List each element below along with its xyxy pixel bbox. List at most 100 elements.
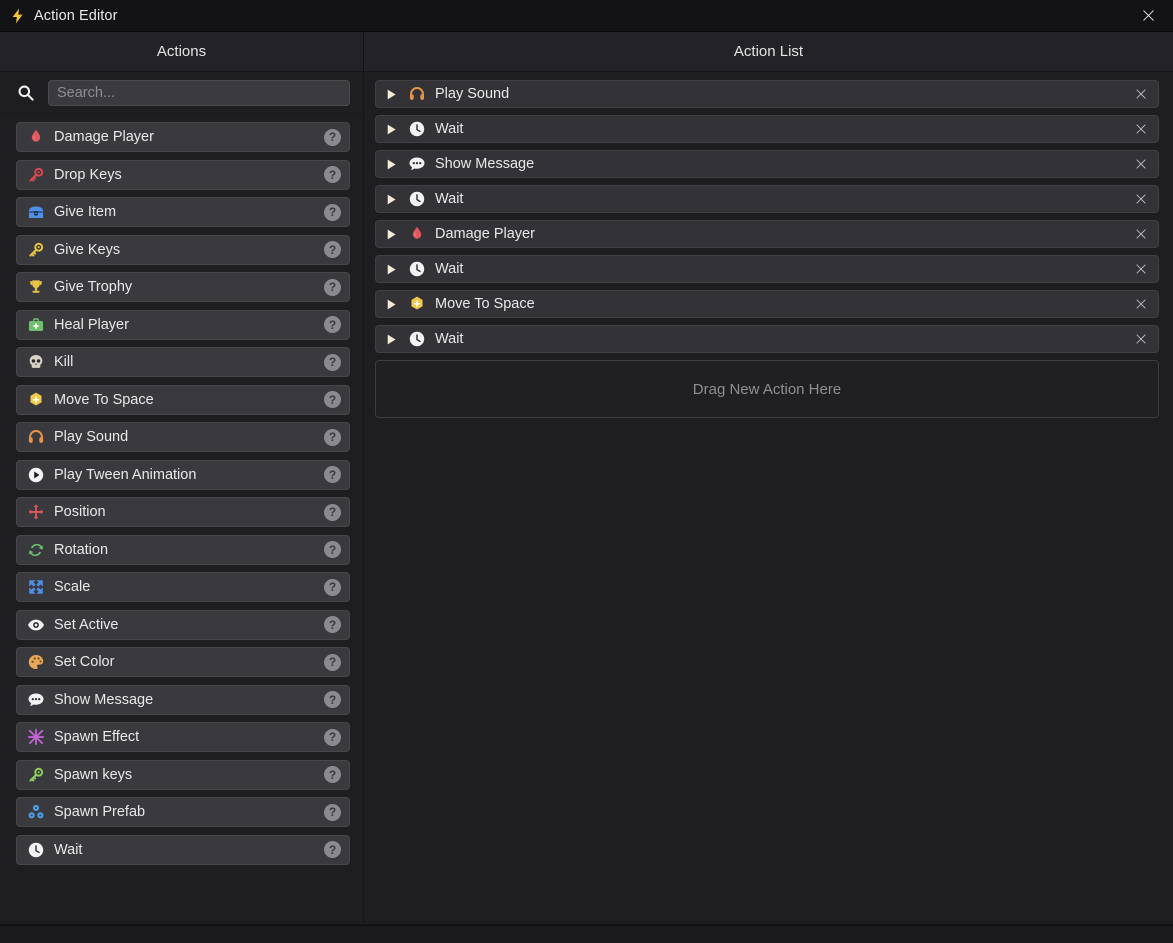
help-icon[interactable]: ? bbox=[324, 316, 341, 333]
palette-item[interactable]: Wait? bbox=[16, 834, 350, 865]
action-list-row[interactable]: Damage Player bbox=[375, 220, 1159, 248]
help-icon[interactable]: ? bbox=[324, 503, 341, 521]
palette-item[interactable]: Move To Space? bbox=[16, 384, 350, 415]
action-row-label: Wait bbox=[435, 331, 464, 347]
help-icon[interactable]: ? bbox=[324, 766, 341, 783]
help-icon[interactable]: ? bbox=[324, 541, 341, 558]
action-list-panel-header: Action List bbox=[364, 32, 1173, 72]
palette-item[interactable]: Position? bbox=[16, 497, 350, 527]
palette-item[interactable]: Give Item? bbox=[16, 197, 350, 227]
palette-item[interactable]: Drop Keys? bbox=[16, 159, 350, 190]
search-row bbox=[0, 72, 363, 114]
play-triangle-icon[interactable] bbox=[384, 227, 398, 241]
action-list-row[interactable]: Show Message bbox=[375, 150, 1159, 178]
help-icon[interactable]: ? bbox=[324, 728, 341, 746]
move-arrows-icon bbox=[26, 503, 45, 522]
headphones-icon bbox=[408, 85, 426, 103]
treasure-chest-icon bbox=[26, 203, 45, 222]
action-row-label: Wait bbox=[435, 191, 464, 207]
palette-item-label: Give Item bbox=[54, 204, 117, 220]
palette-item[interactable]: Damage Player? bbox=[16, 122, 350, 152]
drop-zone[interactable]: Drag New Action Here bbox=[375, 360, 1159, 418]
palette-item[interactable]: Show Message? bbox=[16, 684, 350, 715]
actions-palette: Damage Player? Drop Keys? Give Item? Give K… bbox=[0, 114, 363, 924]
palette-item[interactable]: Give Keys? bbox=[16, 234, 350, 265]
window-close-button[interactable] bbox=[1131, 0, 1165, 31]
palette-item-label: Drop Keys bbox=[54, 166, 122, 183]
palette-item[interactable]: Play Sound? bbox=[16, 422, 350, 452]
palette-item-label: Kill bbox=[54, 354, 74, 370]
palette-item-label: Damage Player bbox=[54, 129, 154, 145]
headphones-icon bbox=[26, 428, 45, 447]
action-row-label: Move To Space bbox=[435, 296, 535, 312]
action-list-row[interactable]: Wait bbox=[375, 185, 1159, 213]
action-list-row[interactable]: Wait bbox=[375, 255, 1159, 283]
palette-item-label: Play Tween Animation bbox=[54, 466, 197, 483]
action-list-row[interactable]: Play Sound bbox=[375, 80, 1159, 108]
palette-item[interactable]: Rotation? bbox=[16, 534, 350, 565]
play-triangle-icon[interactable] bbox=[384, 87, 398, 101]
action-row-label: Wait bbox=[435, 261, 464, 277]
palette-item[interactable]: Set Active? bbox=[16, 609, 350, 640]
palette-item[interactable]: Give Trophy? bbox=[16, 272, 350, 302]
editor-body: Actions Damage Player?Drop Keys?Give Ite… bbox=[0, 32, 1173, 925]
actions-panel-header: Actions bbox=[0, 32, 363, 72]
play-triangle-icon[interactable] bbox=[384, 157, 398, 171]
palette-item[interactable]: Spawn keys? bbox=[16, 759, 350, 790]
clock-icon bbox=[26, 840, 45, 859]
remove-action-button[interactable] bbox=[1128, 151, 1154, 177]
blood-drop-icon bbox=[26, 128, 45, 147]
help-icon[interactable]: ? bbox=[324, 203, 341, 221]
blood-drop-icon bbox=[408, 225, 426, 243]
remove-action-button[interactable] bbox=[1128, 291, 1154, 317]
help-icon[interactable]: ? bbox=[324, 241, 341, 258]
play-triangle-icon[interactable] bbox=[384, 122, 398, 136]
help-icon[interactable]: ? bbox=[324, 166, 341, 183]
palette-item[interactable]: Scale? bbox=[16, 572, 350, 602]
help-icon[interactable]: ? bbox=[324, 128, 341, 146]
help-icon[interactable]: ? bbox=[324, 616, 341, 633]
remove-action-button[interactable] bbox=[1128, 326, 1154, 352]
remove-action-button[interactable] bbox=[1128, 116, 1154, 142]
help-icon[interactable]: ? bbox=[324, 691, 341, 708]
remove-action-button[interactable] bbox=[1128, 186, 1154, 212]
skull-icon bbox=[26, 353, 45, 372]
help-icon[interactable]: ? bbox=[324, 353, 341, 371]
palette-item-label: Position bbox=[54, 504, 106, 520]
palette-item[interactable]: Heal Player? bbox=[16, 309, 350, 340]
action-list-row[interactable]: Wait bbox=[375, 325, 1159, 353]
help-icon[interactable]: ? bbox=[324, 653, 341, 671]
search-input[interactable] bbox=[48, 79, 350, 106]
action-list-row[interactable]: Move To Space bbox=[375, 290, 1159, 318]
palette-item[interactable]: Spawn Effect? bbox=[16, 722, 350, 752]
help-icon[interactable]: ? bbox=[324, 278, 341, 296]
action-list-row[interactable]: Wait bbox=[375, 115, 1159, 143]
palette-item-label: Spawn Prefab bbox=[54, 804, 146, 820]
help-icon[interactable]: ? bbox=[324, 428, 341, 446]
play-triangle-icon[interactable] bbox=[384, 192, 398, 206]
key-icon bbox=[26, 240, 45, 259]
palette-item[interactable]: Play Tween Animation? bbox=[16, 459, 350, 490]
play-triangle-icon[interactable] bbox=[384, 262, 398, 276]
palette-item[interactable]: Set Color? bbox=[16, 647, 350, 677]
help-icon[interactable]: ? bbox=[324, 391, 341, 408]
eye-icon bbox=[26, 615, 45, 634]
remove-action-button[interactable] bbox=[1128, 221, 1154, 247]
palette-item[interactable]: Kill? bbox=[16, 347, 350, 377]
help-icon[interactable]: ? bbox=[324, 803, 341, 821]
speech-bubble-icon bbox=[408, 155, 426, 173]
clock-icon bbox=[408, 120, 426, 138]
help-icon[interactable]: ? bbox=[324, 578, 341, 596]
play-triangle-icon[interactable] bbox=[384, 332, 398, 346]
action-row-label: Show Message bbox=[435, 156, 535, 172]
remove-action-button[interactable] bbox=[1128, 81, 1154, 107]
palette-item-label: Spawn keys bbox=[54, 766, 133, 783]
remove-action-button[interactable] bbox=[1128, 256, 1154, 282]
help-icon[interactable]: ? bbox=[324, 841, 341, 858]
palette-item-label: Scale bbox=[54, 579, 91, 595]
play-triangle-icon[interactable] bbox=[384, 297, 398, 311]
action-row-label: Wait bbox=[435, 121, 464, 137]
palette-item[interactable]: Spawn Prefab? bbox=[16, 797, 350, 827]
help-icon[interactable]: ? bbox=[324, 466, 341, 483]
clock-icon bbox=[408, 260, 426, 278]
